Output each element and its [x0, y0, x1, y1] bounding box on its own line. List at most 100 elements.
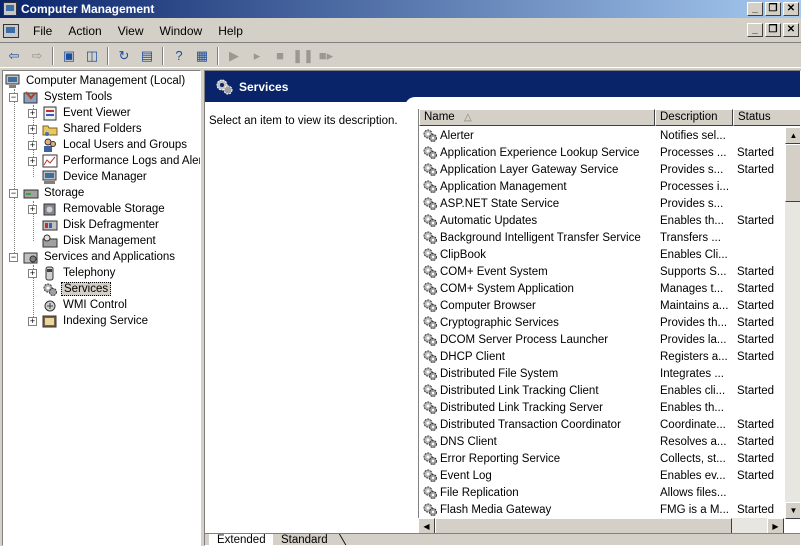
service-name-cell: Application Layer Gateway Service [419, 162, 655, 177]
table-row[interactable]: Error Reporting Service Collects, st... St… [419, 450, 785, 467]
service-gear-icon [422, 128, 438, 143]
service-name-cell: Computer Browser [419, 298, 655, 313]
column-status-header[interactable]: Status [733, 109, 800, 126]
expand-perf-logs[interactable]: + [28, 157, 37, 166]
table-row[interactable]: Event Log Enables ev... Started [419, 467, 785, 484]
properties-icon[interactable]: ▦ [192, 47, 212, 65]
tree-local-users[interactable]: Local Users and Groups [42, 137, 189, 153]
tree-device-manager[interactable]: Device Manager [42, 169, 149, 185]
system-tools-icon [23, 90, 39, 105]
tree-services[interactable]: Services [42, 281, 112, 297]
child-minimize-button[interactable]: _ [747, 23, 763, 37]
start-service-icon[interactable]: ▶ [224, 47, 244, 65]
table-row[interactable]: DNS Client Resolves a... Started [419, 433, 785, 450]
scroll-up-button[interactable]: ▲ [785, 127, 800, 144]
column-name-header[interactable]: Name △ [419, 109, 655, 126]
expand-local-users[interactable]: + [28, 141, 37, 150]
help-icon[interactable]: ? [169, 47, 189, 65]
table-row[interactable]: Computer Browser Maintains a... Started [419, 297, 785, 314]
table-row[interactable]: Distributed Link Tracking Client Enables … [419, 382, 785, 399]
tab-standard[interactable]: Standard [273, 534, 340, 545]
expand-event-viewer[interactable]: + [28, 109, 37, 118]
service-name: Application Management [440, 180, 567, 193]
table-row[interactable]: DHCP Client Registers a... Started [419, 348, 785, 365]
collapse-services-apps[interactable]: − [9, 253, 18, 262]
menu-window[interactable]: Window [152, 24, 211, 38]
tree-event-viewer[interactable]: Event Viewer [42, 105, 133, 121]
refresh-icon[interactable]: ↻ [114, 47, 134, 65]
expand-telephony[interactable]: + [28, 269, 37, 278]
tree-shared-folders[interactable]: Shared Folders [42, 121, 144, 137]
resume-service-icon[interactable]: ▸ [247, 47, 267, 65]
table-row[interactable]: COM+ System Application Manages t... Start… [419, 280, 785, 297]
table-row[interactable]: COM+ Event System Supports S... Started [419, 263, 785, 280]
tree-disk-defragmenter[interactable]: Disk Defragmenter [42, 217, 161, 233]
service-name: Computer Browser [440, 299, 536, 312]
tree-root[interactable]: Computer Management (Local) [5, 73, 187, 89]
table-row[interactable]: Application Layer Gateway Service Provide… [419, 161, 785, 178]
table-row[interactable]: Automatic Updates Enables th... Started [419, 212, 785, 229]
table-row[interactable]: File Replication Allows files... [419, 484, 785, 501]
back-icon[interactable]: ⇦ [4, 47, 24, 65]
tree-telephony[interactable]: Telephony [42, 265, 117, 281]
collapse-system-tools[interactable]: − [9, 93, 18, 102]
service-name-cell: Distributed Transaction Coordinator [419, 417, 655, 432]
service-gear-icon [422, 298, 438, 313]
menu-help[interactable]: Help [210, 24, 251, 38]
child-close-button[interactable]: ✕ [783, 23, 799, 37]
service-name-cell: DNS Client [419, 434, 655, 449]
table-row[interactable]: Application Experience Lookup Service Pro… [419, 144, 785, 161]
menu-action[interactable]: Action [60, 24, 109, 38]
tree-disk-management[interactable]: Disk Management [42, 233, 158, 249]
tree-system-tools[interactable]: System Tools [23, 89, 114, 105]
details-pane: Services Select an item to view its desc… [204, 70, 801, 546]
table-row[interactable]: Distributed Transaction Coordinator Coord… [419, 416, 785, 433]
table-row[interactable]: Alerter Notifies sel... [419, 127, 785, 144]
collapse-storage[interactable]: − [9, 189, 18, 198]
expand-removable-storage[interactable]: + [28, 205, 37, 214]
table-row[interactable]: Background Intelligent Transfer Service T… [419, 229, 785, 246]
table-row[interactable]: ASP.NET State Service Provides s... [419, 195, 785, 212]
table-row[interactable]: Distributed File System Integrates ... [419, 365, 785, 382]
stop-service-icon[interactable]: ■ [270, 47, 290, 65]
export-list-icon[interactable]: ▤ [137, 47, 157, 65]
table-row[interactable]: ClipBook Enables Cli... [419, 246, 785, 263]
tree-indexing-service[interactable]: Indexing Service [42, 313, 150, 329]
pause-service-icon[interactable]: ❚❚ [292, 47, 314, 65]
tree-wmi-control[interactable]: WMI Control [42, 297, 129, 313]
table-row[interactable]: Application Management Processes i... [419, 178, 785, 195]
tree-removable-storage[interactable]: Removable Storage [42, 201, 167, 217]
restart-service-icon[interactable]: ■▸ [316, 47, 336, 65]
maximize-button[interactable]: ❐ [765, 2, 781, 16]
service-gear-icon [422, 332, 438, 347]
forward-icon[interactable]: ⇨ [27, 47, 47, 65]
console-tree: Computer Management (Local) − System Too… [2, 70, 201, 546]
menu-view[interactable]: View [110, 24, 152, 38]
service-gear-icon [422, 434, 438, 449]
menu-file[interactable]: File [25, 24, 60, 38]
tree-perf-logs[interactable]: Performance Logs and Alerts [42, 153, 200, 169]
tree-storage[interactable]: Storage [23, 185, 86, 201]
expand-shared-folders[interactable]: + [28, 125, 37, 134]
table-row[interactable]: Distributed Link Tracking Server Enables … [419, 399, 785, 416]
scroll-down-button[interactable]: ▼ [785, 502, 800, 519]
indexing-icon [42, 314, 58, 329]
service-description: Enables th... [660, 214, 724, 227]
child-restore-button[interactable]: ❐ [765, 23, 781, 37]
minimize-button[interactable]: _ [747, 2, 763, 16]
system-menu-icon[interactable] [3, 23, 19, 38]
vertical-scrollbar[interactable]: ▲ ▼ [785, 127, 800, 519]
table-row[interactable]: Flash Media Gateway FMG is a M... Started [419, 501, 785, 518]
column-description-header[interactable]: Description [655, 109, 733, 126]
vertical-scroll-thumb[interactable] [785, 144, 800, 202]
services-gear-icon [42, 282, 58, 297]
show-hide-tree-icon[interactable]: ◫ [82, 47, 102, 65]
table-row[interactable]: Cryptographic Services Provides th... Star… [419, 314, 785, 331]
table-row[interactable]: DCOM Server Process Launcher Provides la.… [419, 331, 785, 348]
service-gear-icon [422, 502, 438, 517]
tab-extended[interactable]: Extended [209, 534, 278, 545]
up-folder-icon[interactable]: ▣ [59, 47, 79, 65]
close-button[interactable]: ✕ [783, 2, 799, 16]
tree-services-and-applications[interactable]: Services and Applications [23, 249, 177, 265]
expand-indexing-service[interactable]: + [28, 317, 37, 326]
